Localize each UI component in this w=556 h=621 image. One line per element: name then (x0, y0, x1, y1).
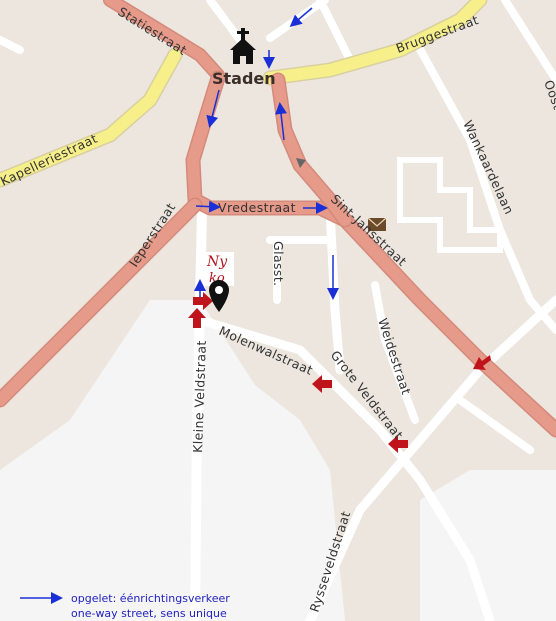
svg-text:Ny: Ny (206, 254, 228, 270)
open-area-right (420, 470, 556, 621)
label-vredestraat: Vredestraat (218, 200, 296, 215)
oneway-arrow-icon (195, 200, 221, 213)
legend-line-1: opgelet: éénrichtingsverkeer (71, 592, 230, 605)
town-label: Staden (212, 69, 276, 88)
legend-line-2: one-way street, sens unique (71, 607, 227, 620)
label-glasst: Glasst. (271, 241, 286, 287)
street-map[interactable]: Staden Ny ko Statiestraat Bruggestraat K… (0, 0, 556, 621)
